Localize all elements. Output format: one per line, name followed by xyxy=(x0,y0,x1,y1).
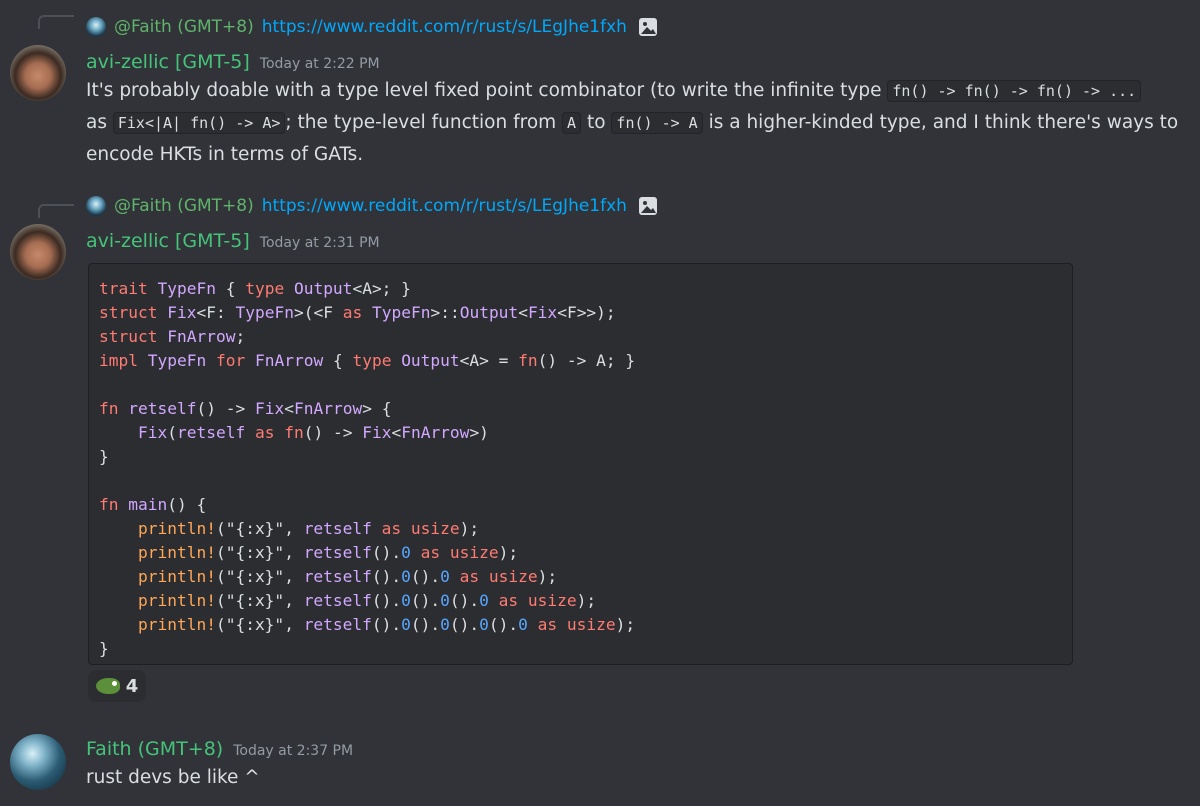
reply-reference[interactable]: @Faith (GMT+8) https://www.reddit.com/r/… xyxy=(86,16,659,38)
code-line: } xyxy=(99,447,109,466)
message-header: avi-zellic [GMT-5] Today at 2:22 PM xyxy=(86,51,380,73)
message-content: It's probably doable with a type level f… xyxy=(86,75,1191,170)
reply-link[interactable]: https://www.reddit.com/r/rust/s/LEgJhe1f… xyxy=(262,17,627,37)
message-header: avi-zellic [GMT-5] Today at 2:31 PM xyxy=(86,230,380,252)
username[interactable]: avi-zellic [GMT-5] xyxy=(86,51,250,73)
code-line: println!("{:x}", retself().0().0().0().0… xyxy=(137,615,636,634)
code-line: impl TypeFn for FnArrow { type Output<A>… xyxy=(99,351,636,370)
code-line: fn main() { xyxy=(99,495,207,514)
code-line: trait TypeFn { type Output<A>; } xyxy=(99,279,411,298)
text-segment: ; the type-level function from xyxy=(285,112,563,133)
reply-connector xyxy=(38,204,74,218)
inline-code: fn() -> A xyxy=(611,112,703,134)
reply-avatar xyxy=(86,17,106,37)
text-segment: It's probably doable with a type level f… xyxy=(86,80,888,101)
reply-reference[interactable]: @Faith (GMT+8) https://www.reddit.com/r/… xyxy=(86,195,659,217)
username[interactable]: avi-zellic [GMT-5] xyxy=(86,230,250,252)
text-segment: as xyxy=(86,112,113,133)
avatar[interactable] xyxy=(10,734,66,790)
reaction-count: 4 xyxy=(125,675,139,697)
reply-avatar xyxy=(86,196,106,216)
reply-author[interactable]: @Faith (GMT+8) xyxy=(114,17,254,37)
text-segment: to xyxy=(581,112,612,133)
code-line: println!("{:x}", retself().0().0 as usiz… xyxy=(137,567,558,586)
reply-connector xyxy=(38,15,74,29)
code-line: println!("{:x}", retself().0 as usize); xyxy=(137,543,519,562)
code-block[interactable]: trait TypeFn { type Output<A>; } struct F… xyxy=(88,263,1073,665)
avatar[interactable] xyxy=(10,224,66,280)
reply-author[interactable]: @Faith (GMT+8) xyxy=(114,196,254,216)
frog-emoji-icon xyxy=(95,678,120,694)
image-icon xyxy=(638,197,657,215)
code-line: println!("{:x}", retself().0().0().0 as … xyxy=(137,591,597,610)
code-line: println!("{:x}", retself as usize); xyxy=(137,519,480,538)
avatar[interactable] xyxy=(10,45,66,101)
code-line: struct FnArrow; xyxy=(99,327,246,346)
reply-link[interactable]: https://www.reddit.com/r/rust/s/LEgJhe1f… xyxy=(262,196,627,216)
message-content: rust devs be like ^ xyxy=(86,767,260,788)
timestamp[interactable]: Today at 2:37 PM xyxy=(233,743,353,759)
code-line: Fix(retself as fn() -> Fix<FnArrow>) xyxy=(137,423,489,442)
timestamp[interactable]: Today at 2:31 PM xyxy=(260,235,380,251)
code-line: struct Fix<F: TypeFn>(<F as TypeFn>::Out… xyxy=(99,303,616,322)
code-line: } xyxy=(99,639,109,658)
timestamp[interactable]: Today at 2:22 PM xyxy=(260,56,380,72)
inline-code: A xyxy=(562,112,582,134)
code-line: fn retself() -> Fix<FnArrow> { xyxy=(99,399,392,418)
username[interactable]: Faith (GMT+8) xyxy=(86,738,223,760)
image-icon xyxy=(638,18,657,36)
reaction-button[interactable]: 4 xyxy=(88,670,146,702)
inline-code: Fix<|A| fn() -> A> xyxy=(112,112,286,134)
inline-code: fn() -> fn() -> fn() -> ... xyxy=(887,80,1142,102)
message-header: Faith (GMT+8) Today at 2:37 PM xyxy=(86,738,353,760)
